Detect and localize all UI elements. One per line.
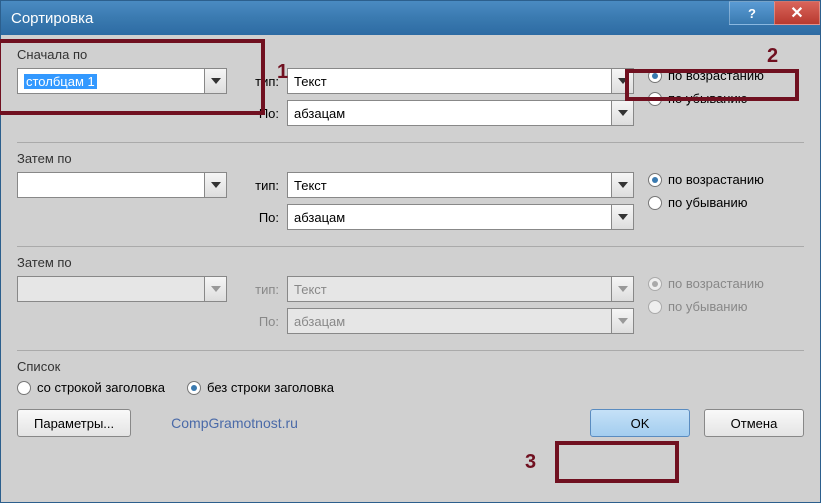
- help-button[interactable]: ?: [729, 1, 775, 25]
- sort2-type-value: Текст: [288, 178, 611, 193]
- sort-primary-label: Сначала по: [17, 47, 804, 62]
- sort2-by-value: абзацам: [288, 210, 611, 225]
- annotation-3: 3: [525, 451, 536, 474]
- watermark: CompGramotnost.ru: [171, 415, 298, 431]
- sort3-by-value: абзацам: [288, 314, 611, 329]
- chevron-down-icon: [204, 277, 226, 301]
- sort3-by-combo: абзацам: [287, 308, 634, 334]
- list-label: Список: [17, 359, 804, 374]
- chevron-down-icon: [611, 173, 633, 197]
- button-row: Параметры... CompGramotnost.ru OK Отмена: [17, 409, 804, 437]
- sort1-type-value: Текст: [288, 74, 611, 89]
- sort-primary-field-value: столбцам 1: [18, 74, 204, 89]
- parameters-button[interactable]: Параметры...: [17, 409, 131, 437]
- divider: [17, 142, 804, 143]
- sort-tertiary-block: Затем по тип: Текст: [17, 255, 804, 340]
- sort3-ascending-radio: по возрастанию: [648, 276, 804, 291]
- ok-button[interactable]: OK: [590, 409, 690, 437]
- with-header-label: со строкой заголовка: [37, 380, 165, 395]
- chevron-down-icon: [611, 101, 633, 125]
- annotation-2: 2: [767, 45, 778, 68]
- sort3-desc-label: по убыванию: [668, 299, 748, 314]
- chevron-down-icon: [611, 277, 633, 301]
- window-title: Сортировка: [11, 10, 93, 27]
- sort-primary-field-combo[interactable]: столбцам 1: [17, 68, 227, 94]
- sort-tertiary-field-combo: [17, 276, 227, 302]
- sort2-ascending-radio[interactable]: по возрастанию: [648, 172, 804, 187]
- chevron-down-icon: [611, 69, 633, 93]
- sort1-by-combo[interactable]: абзацам: [287, 100, 634, 126]
- dialog-body: 1 2 3 Сначала по столбцам 1 тип: Текст: [1, 35, 820, 447]
- annotation-1: 1: [277, 61, 288, 84]
- sort1-ascending-radio[interactable]: по возрастанию: [648, 68, 804, 83]
- sort-secondary-label: Затем по: [17, 151, 804, 166]
- sort1-by-value: абзацам: [288, 106, 611, 121]
- sort1-asc-label: по возрастанию: [668, 68, 764, 83]
- sort3-descending-radio: по убыванию: [648, 299, 804, 314]
- sort2-type-combo[interactable]: Текст: [287, 172, 634, 198]
- sort-primary-block: Сначала по столбцам 1 тип: Текст: [17, 47, 804, 132]
- sort1-type-combo[interactable]: Текст: [287, 68, 634, 94]
- sort3-type-value: Текст: [288, 282, 611, 297]
- sort2-by-combo[interactable]: абзацам: [287, 204, 634, 230]
- sort2-asc-label: по возрастанию: [668, 172, 764, 187]
- sort1-desc-label: по убыванию: [668, 91, 748, 106]
- sort1-descending-radio[interactable]: по убыванию: [648, 91, 804, 106]
- sort3-asc-label: по возрастанию: [668, 276, 764, 291]
- sort2-type-label: тип:: [247, 178, 287, 193]
- annotation-box-3: [555, 441, 679, 483]
- sort2-by-label: По:: [247, 210, 287, 225]
- sort1-by-label: По:: [247, 106, 287, 121]
- divider: [17, 350, 804, 351]
- sort-secondary-field-combo[interactable]: [17, 172, 227, 198]
- divider: [17, 246, 804, 247]
- chevron-down-icon: [204, 173, 226, 197]
- sort-tertiary-label: Затем по: [17, 255, 804, 270]
- sort3-type-combo: Текст: [287, 276, 634, 302]
- list-header-block: Список со строкой заголовка без строки з…: [17, 359, 804, 395]
- with-header-radio[interactable]: со строкой заголовка: [17, 380, 165, 395]
- sort2-descending-radio[interactable]: по убыванию: [648, 195, 804, 210]
- cancel-button[interactable]: Отмена: [704, 409, 804, 437]
- close-button[interactable]: ✕: [774, 1, 820, 25]
- sort3-type-label: тип:: [247, 282, 287, 297]
- titlebar: Сортировка ? ✕: [1, 1, 820, 35]
- sort2-desc-label: по убыванию: [668, 195, 748, 210]
- without-header-label: без строки заголовка: [207, 380, 334, 395]
- sort-secondary-block: Затем по тип: Текст: [17, 151, 804, 236]
- without-header-radio[interactable]: без строки заголовка: [187, 380, 334, 395]
- sort-dialog-window: Сортировка ? ✕ 1 2 3 Сначала по столбцам…: [0, 0, 821, 503]
- chevron-down-icon: [611, 309, 633, 333]
- chevron-down-icon: [611, 205, 633, 229]
- chevron-down-icon: [204, 69, 226, 93]
- sort3-by-label: По:: [247, 314, 287, 329]
